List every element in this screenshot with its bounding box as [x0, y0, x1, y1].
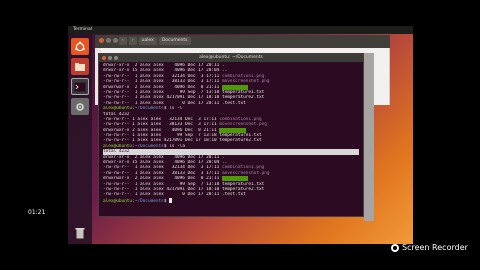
line-text: -rw-rw-r-- 1 alex alex 0 Dec 17 20:11 .t… — [103, 100, 246, 106]
terminal-output[interactable]: drwxr-xr-x 2 alex alex 4096 Dec 17 20:11… — [99, 62, 363, 204]
line-text: -rw-rw-r-- 1 alex alex 99 Sep 7 13:18 te… — [103, 133, 262, 139]
terminal-titlebar: alex@ubuntu: ~/Documents — [99, 54, 363, 62]
file-name: movescreenshot.png — [221, 79, 270, 85]
terminal-title: alex@ubuntu: ~/Documents — [199, 55, 263, 60]
line-text: -rw-rw-r-- 1 alex alex 38133 Dec 3 17:11 — [103, 79, 222, 85]
record-icon — [391, 243, 399, 252]
active-app-title: Terminal — [73, 27, 93, 32]
prompt-command: ls -la — [169, 143, 185, 149]
line-text: -rw-rw-r-- 1 alex alex 99 Sep 7 13:18 te… — [103, 181, 265, 187]
prompt-command: ls -l — [169, 106, 183, 112]
prompt-path: ~/Documents — [134, 106, 164, 112]
file-name: movescreenshot.png — [221, 170, 270, 176]
file-name — [221, 84, 249, 90]
line-text: total 4232 — [103, 149, 130, 155]
file-manager-titlebar: ‹ › ⌂alex Documents — [95, 35, 390, 48]
terminal-window[interactable]: alex@ubuntu: ~/Documents drwxr-xr-x 2 al… — [98, 53, 364, 217]
back-button[interactable]: ‹ — [119, 37, 127, 45]
prompt-user: alex@ubuntu — [103, 143, 133, 149]
file-name: combination1.png — [219, 116, 262, 122]
line-text: -rw-rw-r-- 1 alex alex 0 Dec 17 20:11 .t… — [103, 192, 246, 198]
settings-icon[interactable] — [71, 98, 89, 115]
line-text: drwxrwxr-x 2 alex alex 4096 Dec 8 21:11 — [103, 127, 220, 133]
breadcrumb-home[interactable]: ⌂alex — [138, 37, 157, 45]
screen-recorder-watermark: Screen Recorder — [391, 243, 468, 252]
line-text: -rw-rw-r-- 1 alex alex 38133 Dec 3 17:11 — [103, 170, 222, 176]
terminal-prompt-line: alex@ubuntu:~/Documents$ — [103, 197, 359, 204]
line-text: drwxr-xr-x 2 alex alex 4096 Dec 17 20:11… — [103, 63, 225, 68]
ubuntu-dash-icon[interactable] — [71, 38, 89, 55]
line-text: drwxr-xr-x 15 alex alex 4096 Dec 17 20:0… — [103, 160, 228, 166]
line-text: -rw-rw-r-- 1 alex alex 32134 Dec 3 17:11 — [103, 73, 222, 79]
launcher — [68, 34, 92, 244]
line-text: drwxrwxr-x 2 alex alex 4096 Dec 8 21:11 — [103, 84, 222, 90]
prompt-user: alex@ubuntu — [103, 198, 133, 204]
line-text: -rw-rw-r-- 1 alex alex 38133 Dec 3 17:11 — [103, 122, 220, 128]
breadcrumb-documents[interactable]: Documents — [158, 37, 191, 45]
file-name — [219, 127, 246, 133]
terminal-cursor — [169, 197, 173, 203]
file-name: combination1.png — [221, 73, 265, 79]
line-text: -rw-rw-r-- 1 alex alex 4217091 Dec 17 18… — [103, 186, 265, 192]
elapsed-time: 01:21 — [28, 209, 46, 216]
prompt-path: ~/Documents — [134, 198, 164, 204]
line-text: -rw-rw-r-- 1 alex alex 4217091 Dec 17 18… — [103, 95, 265, 101]
line-text: drwxr-xr-x 2 alex alex 4096 Dec 17 20:11… — [103, 154, 225, 160]
files-icon[interactable] — [71, 58, 89, 75]
recorder-label: Screen Recorder — [402, 243, 468, 252]
window-shadow-panel — [364, 53, 374, 221]
top-panel: Terminal — [68, 26, 413, 34]
file-name — [221, 176, 249, 182]
window-controls — [99, 38, 118, 43]
breadcrumb: ‹ › ⌂alex Documents — [119, 37, 191, 45]
trash-icon[interactable] — [71, 224, 89, 241]
file-name: movescreenshot.png — [219, 122, 267, 128]
line-text: -rw-rw-r-- 1 alex alex 32134 Dec 3 17:11 — [103, 116, 220, 122]
line-text: -rw-rw-r-- 1 alex alex 4217091 Dec 17 18… — [103, 138, 262, 144]
line-text: -rw-rw-r-- 1 alex alex 32134 Dec 3 17:11 — [103, 165, 222, 171]
maximize-icon[interactable] — [113, 38, 118, 43]
line-text: -rw-rw-r-- 1 alex alex 99 Sep 7 13:18 te… — [103, 89, 265, 95]
forward-button[interactable]: › — [128, 37, 137, 45]
minimize-icon[interactable] — [106, 38, 111, 43]
file-name: combination1.png — [221, 165, 265, 171]
line-text: total 4232 — [103, 111, 130, 117]
terminal-icon[interactable] — [71, 78, 89, 95]
prompt-path: ~/Documents — [134, 143, 164, 149]
close-icon[interactable] — [99, 38, 104, 43]
line-text: drwxr-xr-x 15 alex alex 4096 Dec 17 20:0… — [103, 68, 228, 74]
desktop-screen: Terminal ‹ › ⌂alex Documents alex@ubuntu… — [68, 26, 413, 244]
prompt-user: alex@ubuntu — [103, 106, 133, 112]
line-text: drwxrwxr-x 2 alex alex 4096 Dec 8 21:11 — [103, 176, 222, 182]
